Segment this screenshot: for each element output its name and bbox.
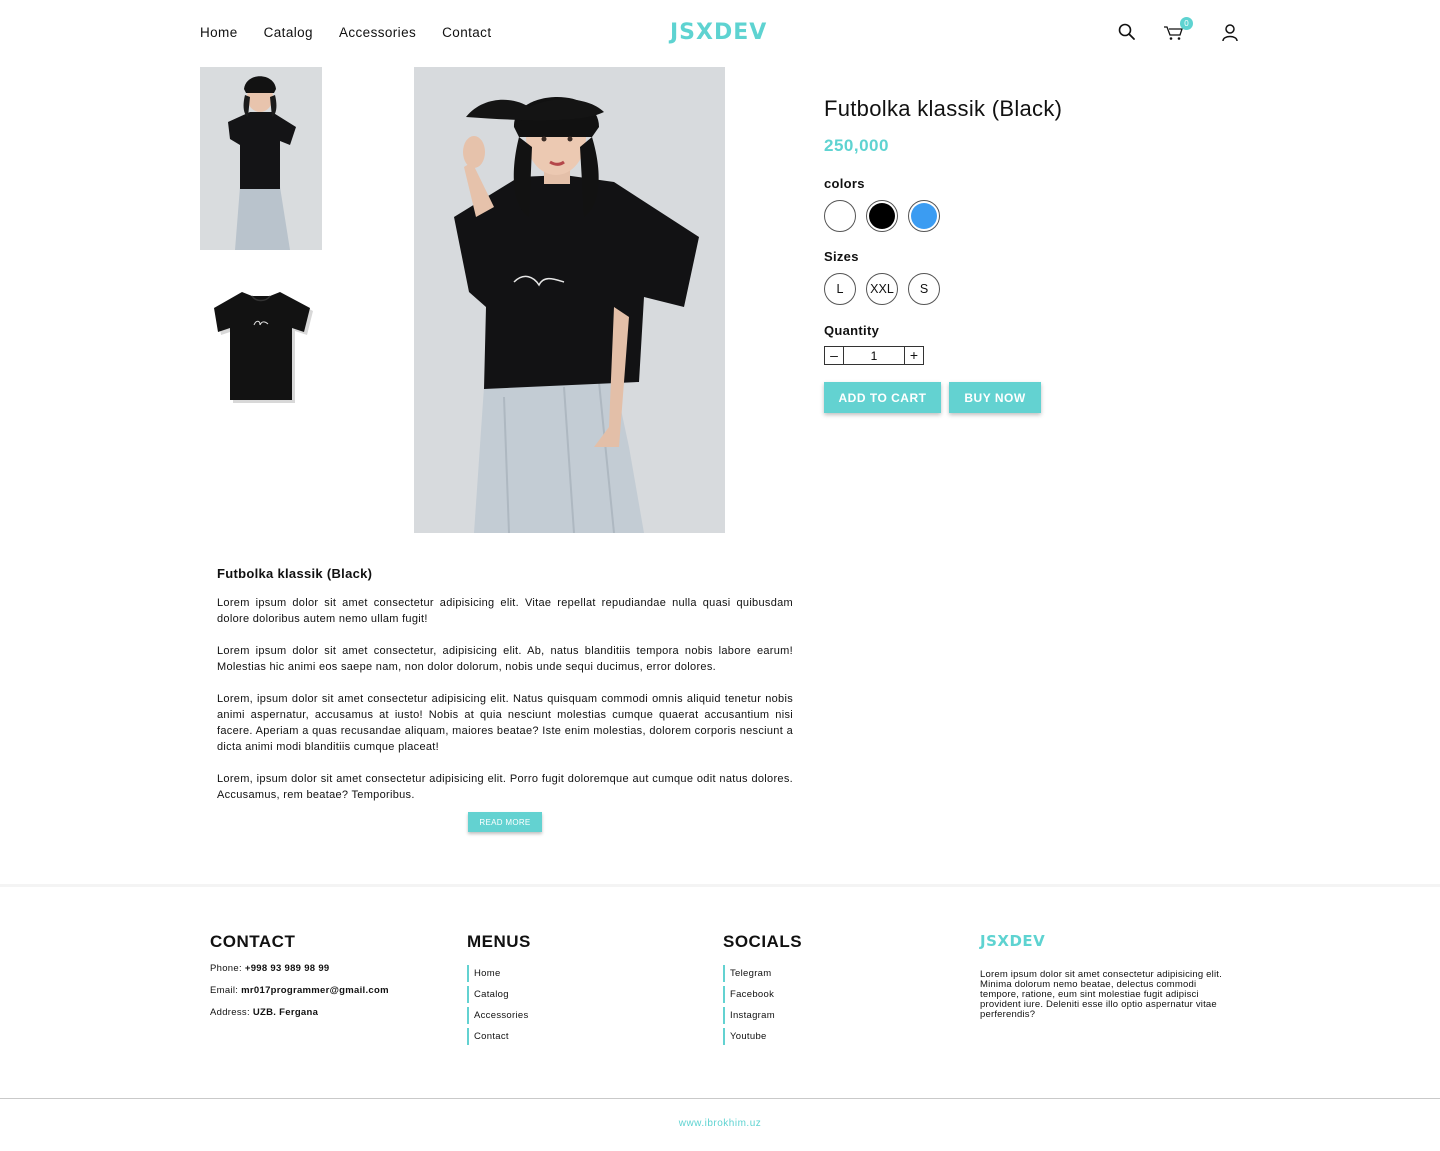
footer-menu-list: Home Catalog Accessories Contact: [467, 965, 531, 1045]
description-paragraph: Lorem, ipsum dolor sit amet consectetur …: [217, 773, 793, 801]
purchase-buttons: ADD TO CART BUY NOW: [824, 382, 1041, 413]
user-icon[interactable]: [1220, 22, 1242, 44]
size-option-xxl[interactable]: XXL: [866, 273, 898, 305]
footer-menus-heading: MENUS: [467, 932, 531, 951]
product-description: Futbolka klassik (Black) Lorem ipsum dol…: [217, 566, 793, 803]
model-thumbnail-illustration: [200, 67, 322, 250]
quantity-increase-button[interactable]: +: [904, 347, 923, 364]
footer-menus: MENUS Home Catalog Accessories Contact: [467, 932, 531, 1049]
footer-menu-home[interactable]: Home: [467, 965, 531, 982]
cart-count-badge: 0: [1180, 17, 1193, 30]
product-info: Futbolka klassik (Black) 250,000 colors …: [824, 96, 1224, 413]
color-swatch-black[interactable]: [866, 200, 898, 232]
footer-socials-heading: SOCIALS: [723, 932, 803, 951]
color-swatch-white-fill: [827, 203, 853, 229]
colors-label: colors: [824, 176, 865, 191]
main-product-image: [414, 67, 725, 533]
email-label: Email:: [210, 985, 239, 996]
search-icon[interactable]: [1117, 22, 1139, 44]
quantity-input[interactable]: [844, 347, 904, 364]
footer-menu-catalog[interactable]: Catalog: [467, 986, 531, 1003]
color-swatch-blue[interactable]: [908, 200, 940, 232]
email-value[interactable]: mr017programmer@gmail.com: [241, 985, 389, 996]
main-nav: Home Catalog Accessories Contact: [200, 25, 491, 40]
quantity-stepper: – +: [824, 346, 924, 365]
footer-bottom-divider: [0, 1098, 1440, 1099]
description-paragraph: Lorem ipsum dolor sit amet consectetur a…: [217, 597, 793, 625]
footer-menu-contact[interactable]: Contact: [467, 1028, 531, 1045]
phone-value[interactable]: +998 93 989 98 99: [245, 963, 330, 974]
model-main-illustration: [414, 67, 725, 533]
size-option-l[interactable]: L: [824, 273, 856, 305]
nav-contact[interactable]: Contact: [442, 25, 491, 40]
product-title: Futbolka klassik (Black): [824, 96, 1063, 121]
footer-contact: CONTACT Phone: +998 93 989 98 99 Email: …: [210, 932, 389, 1018]
footer-social-youtube[interactable]: Youtube: [723, 1028, 802, 1045]
buy-now-button[interactable]: BUY NOW: [949, 382, 1041, 413]
footer-menu-accessories[interactable]: Accessories: [467, 1007, 531, 1024]
product-price: 250,000: [824, 136, 889, 155]
size-option-s[interactable]: S: [908, 273, 940, 305]
quantity-decrease-button[interactable]: –: [825, 347, 844, 364]
color-swatches: [824, 200, 940, 232]
cart-icon[interactable]: 0: [1163, 17, 1193, 44]
site-logo[interactable]: JSXDEV: [670, 20, 767, 45]
thumbnail-tshirt-photo[interactable]: [200, 270, 322, 410]
footer-socials: SOCIALS Telegram Facebook Instagram Yout…: [723, 932, 802, 1049]
size-options: L XXL S: [824, 273, 940, 305]
thumbnail-model-photo[interactable]: [200, 67, 322, 250]
footer-social-facebook[interactable]: Facebook: [723, 986, 802, 1003]
color-swatch-black-fill: [869, 203, 895, 229]
footer-divider: [0, 884, 1440, 887]
footer-brand: JSXDEV Lorem ipsum dolor sit amet consec…: [980, 932, 1230, 1020]
footer-about-text: Lorem ipsum dolor sit amet consectetur a…: [980, 969, 1222, 1020]
address-label: Address:: [210, 1007, 250, 1018]
site-header: Home Catalog Accessories Contact JSXDEV …: [0, 0, 1440, 66]
description-paragraph: Lorem, ipsum dolor sit amet consectetur …: [217, 693, 793, 753]
footer-social-instagram[interactable]: Instagram: [723, 1007, 802, 1024]
footer-email: Email: mr017programmer@gmail.com: [210, 985, 389, 996]
quantity-label: Quantity: [824, 323, 880, 338]
add-to-cart-button[interactable]: ADD TO CART: [824, 382, 941, 413]
footer-contact-heading: CONTACT: [210, 932, 296, 951]
address-value: UZB. Fergana: [252, 1007, 319, 1018]
footer-social-telegram[interactable]: Telegram: [723, 965, 802, 982]
footer-phone: Phone: +998 93 989 98 99: [210, 963, 389, 974]
nav-catalog[interactable]: Catalog: [264, 25, 313, 40]
read-more-button[interactable]: READ MORE: [468, 812, 542, 832]
tshirt-thumbnail-illustration: [200, 270, 322, 410]
color-swatch-blue-fill: [911, 203, 937, 229]
footer-address: Address: UZB. Fergana: [210, 1007, 389, 1018]
description-title: Futbolka klassik (Black): [217, 566, 373, 581]
footer-logo[interactable]: JSXDEV: [980, 932, 1230, 950]
description-paragraph: Lorem ipsum dolor sit amet consectetur, …: [217, 645, 793, 673]
sizes-label: Sizes: [824, 249, 859, 264]
footer-social-list: Telegram Facebook Instagram Youtube: [723, 965, 802, 1045]
nav-home[interactable]: Home: [200, 25, 238, 40]
footer-site-link[interactable]: www.ibrokhim.uz: [0, 1118, 1440, 1129]
color-swatch-white[interactable]: [824, 200, 856, 232]
nav-accessories[interactable]: Accessories: [339, 25, 416, 40]
phone-label: Phone:: [210, 963, 242, 974]
